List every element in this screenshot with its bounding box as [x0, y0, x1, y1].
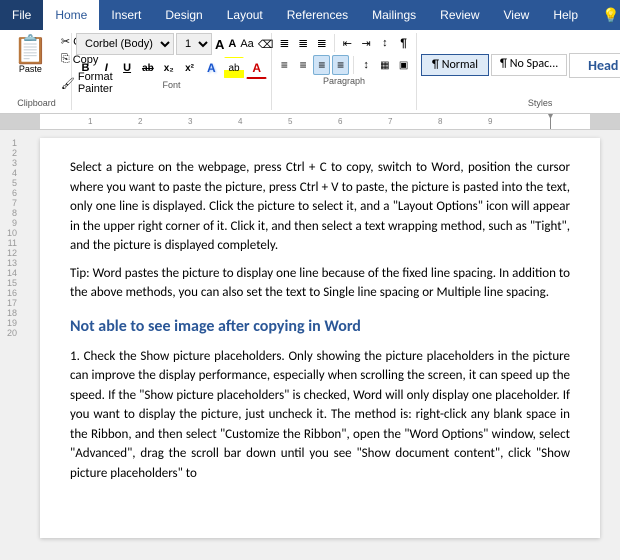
font-size-select[interactable]: 12	[176, 33, 212, 55]
font-label: Font	[76, 79, 267, 90]
superscript-button[interactable]: x²	[180, 58, 199, 78]
show-formatting-button[interactable]: ¶	[395, 33, 412, 53]
numbering-button[interactable]: ≣	[295, 33, 312, 53]
paragraph-3: 1. Check the Show picture placeholders. …	[70, 347, 570, 484]
tab-layout[interactable]: Layout	[215, 0, 275, 30]
clipboard-group: 📋 Paste ✂ Cut ⎘ Copy 🖌 Format Painter Cl…	[2, 33, 72, 110]
paste-label: Paste	[19, 64, 42, 74]
style-heading[interactable]: Head	[569, 53, 620, 78]
tab-view[interactable]: View	[492, 0, 542, 30]
tab-home[interactable]: Home	[43, 0, 99, 30]
underline-button[interactable]: U	[118, 58, 137, 78]
style-normal-label: ¶ Normal	[432, 58, 478, 72]
increase-indent-button[interactable]: ⇥	[358, 33, 375, 53]
align-right-button[interactable]: ≡	[313, 55, 330, 75]
style-normal[interactable]: ¶ Normal	[421, 54, 489, 76]
font-section: Corbel (Body) 12 A A Aa ⌫ B I U ab x₂ x²…	[76, 33, 267, 79]
style-no-spacing-label: ¶ No Spac...	[500, 57, 558, 71]
copy-icon: ⎘	[61, 53, 70, 66]
bullets-button[interactable]: ≣	[276, 33, 293, 53]
shrink-font-button[interactable]: A	[227, 33, 237, 55]
sort-button[interactable]: ↕	[376, 33, 393, 53]
tab-references[interactable]: References	[275, 0, 360, 30]
text-highlight-button[interactable]: ab	[224, 57, 245, 79]
document-area: 1234 5678 9101112 13141516 17181920 Sele…	[0, 130, 620, 556]
align-center-button[interactable]: ≡	[295, 55, 312, 75]
paste-button[interactable]: 📋 Paste	[6, 33, 55, 77]
style-no-spacing[interactable]: ¶ No Spac...	[491, 54, 567, 75]
borders-button[interactable]: ▣	[395, 55, 412, 75]
text-effects-button[interactable]: A	[201, 57, 222, 79]
justify-button[interactable]: ≡	[332, 55, 349, 75]
tab-help[interactable]: Help	[541, 0, 590, 30]
multilevel-button[interactable]: ≣	[313, 33, 330, 53]
cut-icon: ✂	[61, 35, 70, 48]
grow-font-button[interactable]: A	[214, 33, 225, 55]
paste-icon: 📋	[13, 36, 48, 64]
font-group: Corbel (Body) 12 A A Aa ⌫ B I U ab x₂ x²…	[72, 33, 272, 110]
document-heading: Not able to see image after copying in W…	[70, 315, 570, 339]
tab-mailings[interactable]: Mailings	[360, 0, 428, 30]
line-spacing-button[interactable]: ↕	[358, 55, 375, 75]
paragraph-group: ≣ ≣ ≣ ⇤ ⇥ ↕ ¶ ≡ ≡ ≡ ≡ ↕ ▦ ▣ Paragraph	[272, 33, 417, 110]
tab-insert[interactable]: Insert	[99, 0, 153, 30]
subscript-button[interactable]: x₂	[159, 58, 178, 78]
font-row2: B I U ab x₂ x² A ab A	[76, 57, 267, 79]
font-color-button[interactable]: A	[246, 57, 267, 79]
tab-design[interactable]: Design	[153, 0, 214, 30]
lightbulb-icon[interactable]: 💡	[590, 0, 620, 30]
paragraph-label: Paragraph	[276, 75, 412, 86]
paragraph-1: Select a picture on the webpage, press C…	[70, 158, 570, 256]
paragraph-2: Tip: Word pastes the picture to display …	[70, 264, 570, 303]
align-left-button[interactable]: ≡	[276, 55, 293, 75]
font-row1: Corbel (Body) 12 A A Aa ⌫	[76, 33, 267, 55]
para-row1: ≣ ≣ ≣ ⇤ ⇥ ↕ ¶	[276, 33, 412, 53]
bold-button[interactable]: B	[76, 58, 95, 78]
styles-label: Styles	[421, 97, 620, 108]
ribbon-tabs: File Home Insert Design Layout Reference…	[0, 0, 620, 30]
font-family-select[interactable]: Corbel (Body)	[76, 33, 174, 55]
strikethrough-button[interactable]: ab	[138, 58, 157, 78]
line-numbers: 1234 5678 9101112 13141516 17181920	[0, 130, 20, 556]
tab-file[interactable]: File	[0, 0, 43, 30]
italic-button[interactable]: I	[97, 58, 116, 78]
shading-button[interactable]: ▦	[376, 55, 393, 75]
ribbon-toolbar: 📋 Paste ✂ Cut ⎘ Copy 🖌 Format Painter Cl…	[0, 30, 620, 114]
decrease-indent-button[interactable]: ⇤	[339, 33, 356, 53]
clipboard-label: Clipboard	[6, 97, 67, 108]
style-heading-label: Head	[588, 57, 618, 74]
change-case-button[interactable]: Aa	[239, 33, 254, 55]
para-section: ≣ ≣ ≣ ⇤ ⇥ ↕ ¶ ≡ ≡ ≡ ≡ ↕ ▦ ▣	[276, 33, 412, 75]
styles-box: ¶ Normal ¶ No Spac... Head	[421, 53, 620, 78]
document-page[interactable]: Select a picture on the webpage, press C…	[40, 138, 600, 538]
ruler: 1 2 3 4 5 6 7 8 9	[0, 114, 620, 130]
tab-review[interactable]: Review	[428, 0, 491, 30]
styles-group: ¶ Normal ¶ No Spac... Head ▲ ▼ ▾ Styles	[417, 33, 620, 110]
para-row2: ≡ ≡ ≡ ≡ ↕ ▦ ▣	[276, 55, 412, 75]
